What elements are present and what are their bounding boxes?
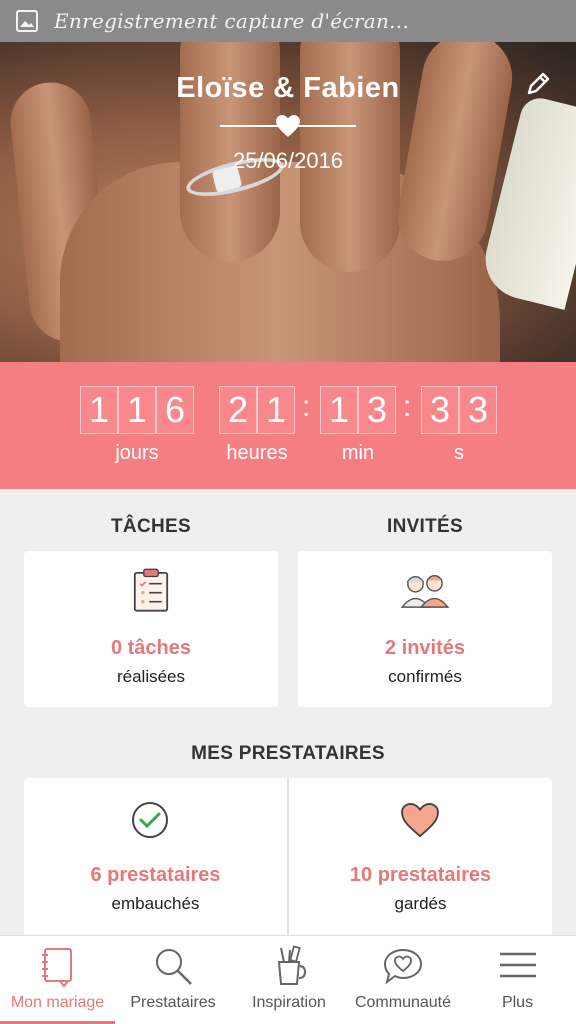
bottom-navigation: Mon mariage Prestataires Inspiration Com…: [0, 935, 576, 1024]
nav-label: Plus: [501, 994, 534, 1011]
nav-label: Communauté: [354, 994, 452, 1011]
screenshot-image-icon: [16, 10, 38, 32]
countdown-separator: :: [403, 390, 412, 423]
countdown-hours-digit: 1: [257, 386, 295, 434]
guests-title: INVITÉS: [386, 516, 463, 537]
vendors-card: 6 prestataires embauchés 10 prestataires…: [24, 778, 552, 936]
heart-icon: [276, 115, 300, 137]
vendors-saved-sub: gardés: [394, 894, 447, 913]
tasks-count: 0 tâches: [110, 637, 192, 659]
nav-item-communaute[interactable]: Communauté: [347, 936, 459, 1024]
status-bar: Enregistrement capture d'écran...: [0, 0, 576, 42]
nav-label: Prestataires: [130, 994, 216, 1011]
guests-couple-icon: [400, 575, 450, 608]
guests-sub: confirmés: [388, 667, 462, 686]
check-circle-icon: [132, 802, 168, 838]
vendors-hired-count: 6 prestataires: [90, 864, 221, 886]
tasks-sub: réalisées: [116, 667, 186, 686]
countdown-days-digit: 6: [156, 386, 194, 434]
countdown-days-label: jours: [115, 442, 159, 464]
hero-cover-photo[interactable]: Eloïse & Fabien 25/06/2016: [0, 42, 576, 362]
checklist-clipboard-icon: [133, 568, 169, 612]
chat-heart-icon: [383, 948, 423, 985]
inspiration-cup-icon: [277, 945, 307, 985]
countdown-days-digit: 1: [118, 386, 156, 434]
countdown-hours-digit: 2: [219, 386, 257, 434]
tasks-card[interactable]: 0 tâches réalisées: [24, 551, 278, 707]
vendors-saved-count: 10 prestataires: [349, 864, 492, 886]
menu-icon: [499, 952, 536, 978]
heart-icon: [401, 802, 439, 838]
countdown-separator: :: [302, 390, 311, 423]
guests-card[interactable]: 2 invités confirmés: [298, 551, 552, 707]
edit-pencil-icon[interactable]: [524, 70, 552, 98]
wedding-date: 25/06/2016: [232, 148, 344, 173]
countdown-minutes-digit: 1: [320, 386, 358, 434]
vendors-hired-cell[interactable]: 6 prestataires embauchés: [24, 778, 287, 936]
countdown-panel: 1 1 6 2 1 : 1 3 : 3 3 jours heures min s: [0, 362, 576, 489]
nav-label: Mon mariage: [10, 994, 105, 1011]
nav-label: Inspiration: [252, 994, 326, 1011]
countdown-seconds-digit: 3: [459, 386, 497, 434]
countdown-minutes-digit: 3: [358, 386, 396, 434]
countdown-hours-label: heures: [226, 442, 288, 464]
countdown-seconds-label: s: [454, 442, 464, 464]
countdown-seconds-digit: 3: [421, 386, 459, 434]
countdown-minutes-label: min: [341, 442, 375, 464]
nav-item-mon-mariage[interactable]: Mon mariage: [0, 936, 115, 1024]
vendors-hired-sub: embauchés: [111, 894, 200, 913]
vendors-saved-cell[interactable]: 10 prestataires gardés: [289, 778, 552, 936]
couple-names: Eloïse & Fabien: [176, 72, 400, 104]
guests-count: 2 invités: [384, 637, 466, 659]
nav-item-inspiration[interactable]: Inspiration: [231, 936, 347, 1024]
status-notification-text: Enregistrement capture d'écran...: [54, 9, 410, 33]
vendors-title: MES PRESTATAIRES: [191, 743, 385, 764]
countdown-days-digit: 1: [80, 386, 118, 434]
nav-item-plus[interactable]: Plus: [459, 936, 576, 1024]
search-icon: [156, 949, 192, 985]
notebook-icon: [41, 948, 72, 988]
tasks-title: TÂCHES: [111, 516, 191, 537]
nav-item-prestataires[interactable]: Prestataires: [115, 936, 231, 1024]
